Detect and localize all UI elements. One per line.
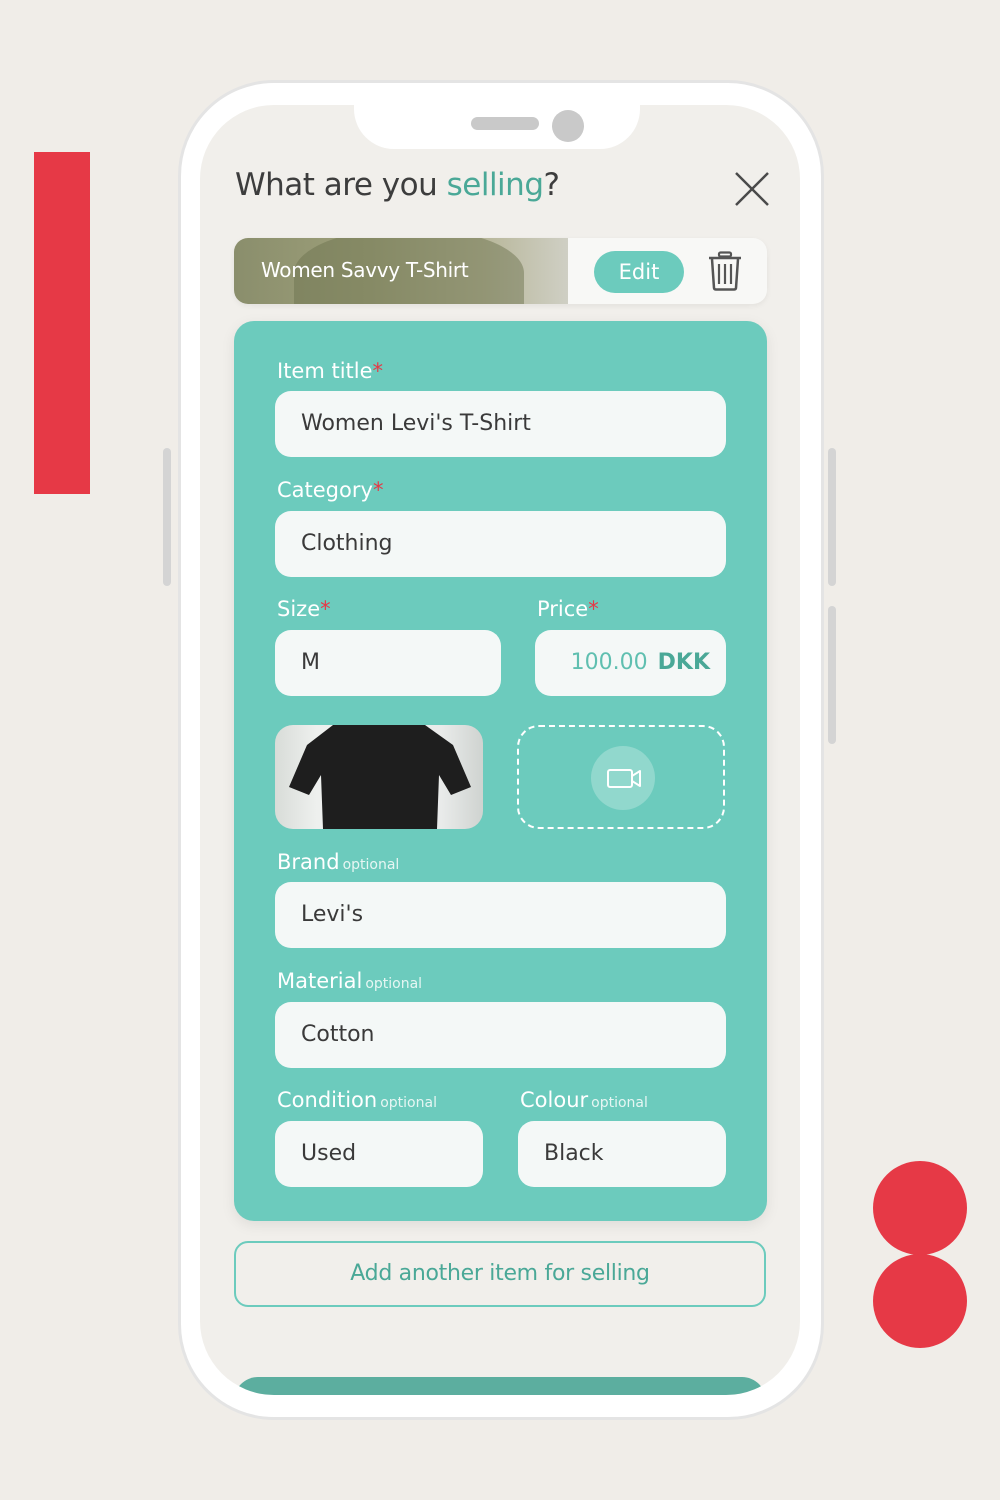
condition-label: Condition optional (277, 1088, 437, 1112)
phone-notch (354, 105, 640, 149)
video-camera-icon (607, 769, 641, 788)
trash-icon[interactable] (708, 251, 742, 291)
speaker (471, 117, 539, 130)
phone-side-button (163, 448, 171, 586)
item-photo[interactable] (275, 725, 483, 829)
item-title-label: Item title* (277, 359, 384, 383)
brand-label: Brand optional (277, 850, 400, 874)
material-label: Material optional (277, 969, 423, 993)
add-another-item-button[interactable]: Add another item for selling (234, 1241, 766, 1307)
item-photo-shirt (289, 725, 471, 829)
price-amount: 100.00 (570, 650, 648, 675)
size-label: Size* (277, 597, 331, 621)
page-title: What are you selling? (235, 167, 560, 203)
price-label: Price* (537, 597, 599, 621)
category-select[interactable]: Clothing (275, 511, 726, 577)
video-icon-circle (591, 746, 655, 810)
item-title-input[interactable]: Women Levi's T-Shirt (275, 391, 726, 457)
close-icon[interactable] (733, 170, 771, 208)
front-camera (552, 110, 584, 142)
brand-input[interactable]: Levi's (275, 882, 726, 948)
item-name: Women Savvy T-Shirt (261, 258, 469, 282)
phone-side-button (828, 606, 836, 744)
phone-side-button (828, 448, 836, 586)
item-thumbnail: Women Savvy T-Shirt (234, 238, 568, 304)
item-form: Item title* Women Levi's T-Shirt Categor… (234, 321, 767, 1221)
phone-screen: What are you selling? Women Savvy T-Shir… (200, 105, 800, 1395)
colour-select[interactable]: Black (518, 1121, 726, 1187)
add-video-button[interactable] (517, 725, 725, 829)
price-input[interactable]: 100.00 DKK (535, 630, 726, 696)
colour-label: Colour optional (520, 1088, 648, 1112)
item-summary-card: Women Savvy T-Shirt Edit (234, 238, 767, 304)
decorative-red-bar (34, 152, 90, 494)
category-label: Category* (277, 478, 384, 502)
material-input[interactable]: Cotton (275, 1002, 726, 1068)
price-currency: DKK (657, 650, 710, 675)
condition-select[interactable]: Used (275, 1121, 483, 1187)
bottom-action-button[interactable] (234, 1377, 766, 1395)
decorative-red-dot (873, 1161, 967, 1255)
edit-button[interactable]: Edit (594, 251, 684, 293)
size-select[interactable]: M (275, 630, 501, 696)
decorative-red-dot (873, 1254, 967, 1348)
